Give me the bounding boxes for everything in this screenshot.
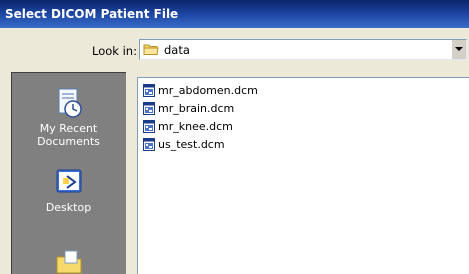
dicom-file-icon (143, 138, 155, 151)
folder-icon (143, 42, 159, 56)
title-bar[interactable]: Select DICOM Patient File (0, 0, 469, 28)
look-in-dropdown[interactable]: data (139, 39, 467, 60)
place-label-line-2: Documents (37, 135, 100, 148)
file-name: mr_abdomen.dcm (158, 84, 258, 97)
file-name: mr_knee.dcm (158, 120, 233, 133)
dicom-file-icon (143, 120, 155, 133)
look-in-label: Look in: (92, 44, 137, 58)
place-desktop[interactable]: Desktop (12, 166, 125, 214)
my-documents-icon (56, 250, 81, 274)
dialog-title: Select DICOM Patient File (5, 7, 179, 21)
dicom-file-icon (143, 102, 155, 115)
file-name: mr_brain.dcm (158, 102, 235, 115)
recent-documents-icon (58, 88, 82, 118)
place-my-documents[interactable] (12, 245, 125, 274)
place-label: Desktop (45, 201, 92, 214)
file-name: us_test.dcm (158, 138, 225, 151)
file-dialog: Select DICOM Patient File Look in: data (0, 0, 469, 274)
file-list[interactable]: mr_abdomen.dcm mr_brain.dcm mr_knee.dcm (137, 77, 469, 274)
look-in-value: data (164, 43, 190, 57)
dropdown-arrow-button[interactable] (451, 40, 466, 59)
desktop-icon (56, 169, 81, 193)
dicom-file-icon (143, 84, 155, 97)
chevron-down-icon (455, 47, 463, 51)
look-in-row: Look in: data (0, 38, 469, 64)
place-my-recent-documents[interactable]: My Recent Documents (12, 87, 125, 148)
place-label-line-1: My Recent (39, 122, 98, 135)
places-bar: My Recent Documents Desktop (11, 72, 126, 274)
